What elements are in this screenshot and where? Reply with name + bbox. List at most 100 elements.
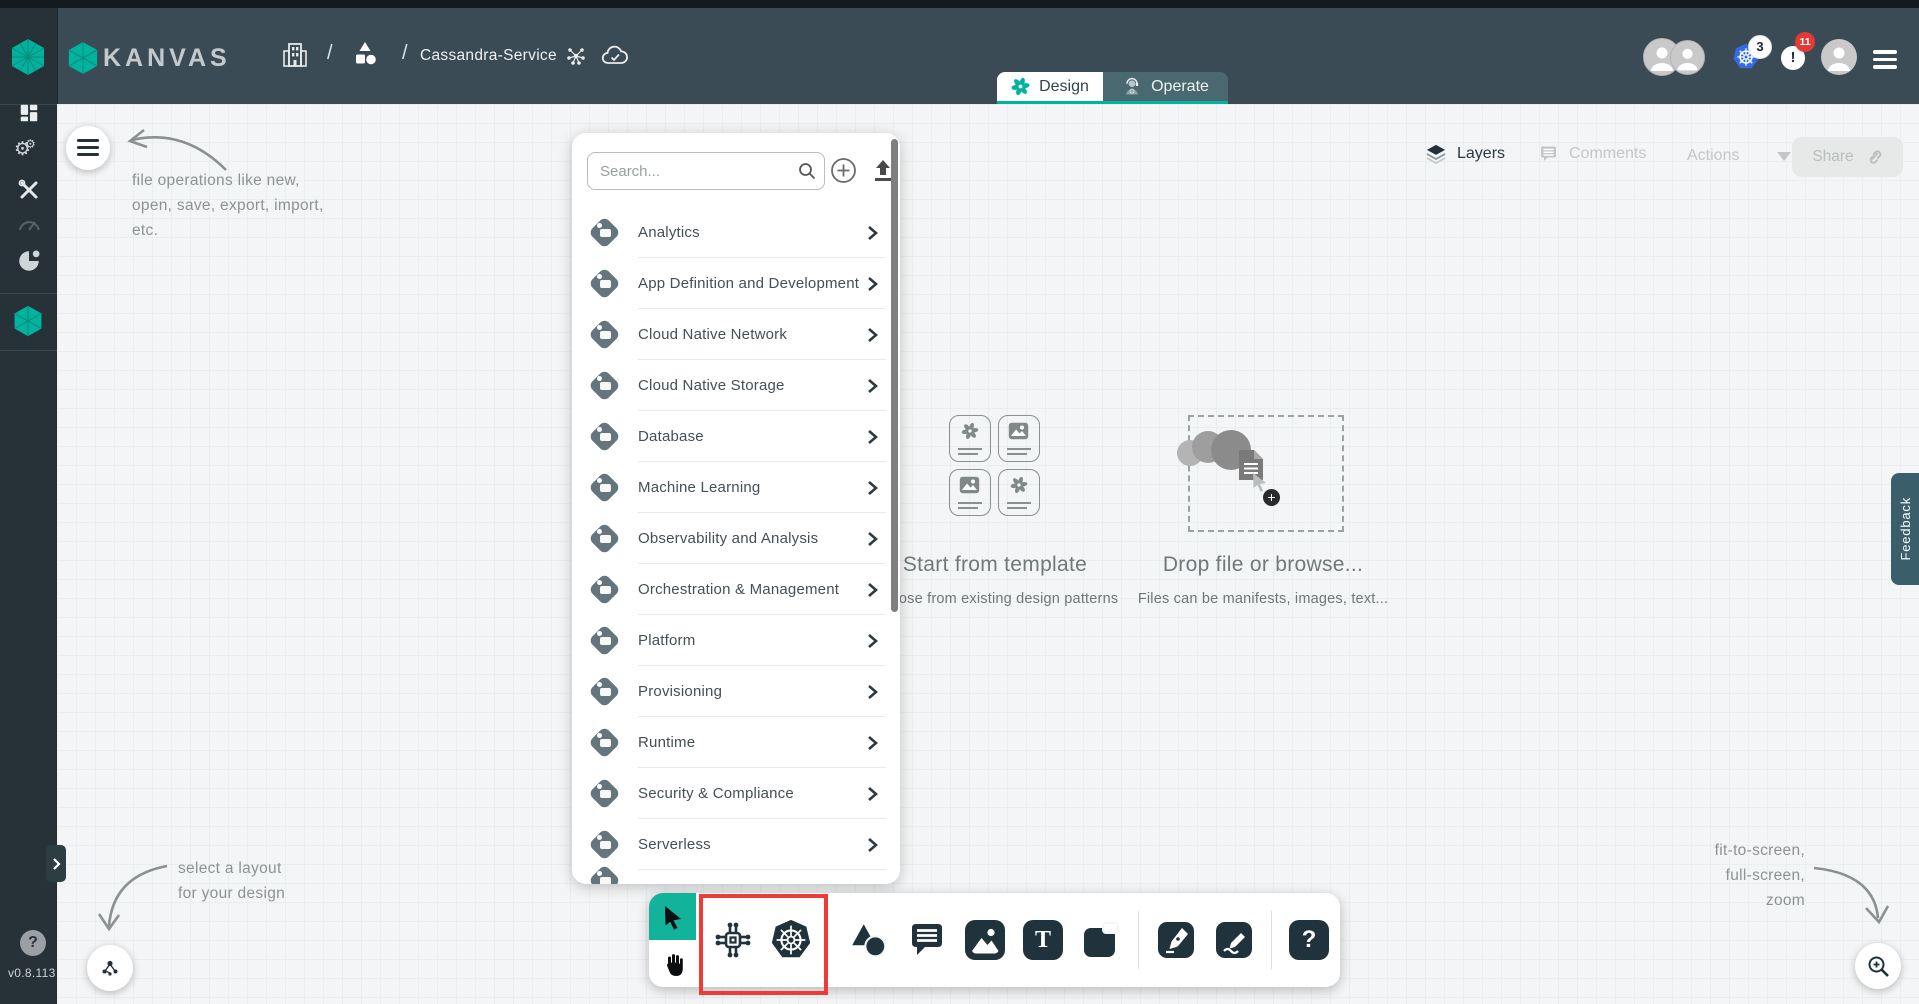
zoom-controls-button[interactable] <box>1855 943 1901 989</box>
image-icon <box>965 920 1005 960</box>
annotation-arrow-layout <box>95 852 175 940</box>
category-row-observability[interactable]: Observability and Analysis <box>572 513 900 564</box>
chevron-right-icon <box>867 531 878 547</box>
row-divider <box>638 716 886 717</box>
design-visibility-icon[interactable] <box>565 45 587 67</box>
chevron-right-icon <box>867 327 878 343</box>
category-row-serverless[interactable]: Serverless <box>572 819 900 870</box>
image-tool[interactable] <box>962 917 1008 963</box>
chevron-right-icon <box>867 429 878 445</box>
sidebar-item-performance-icon[interactable] <box>17 213 41 233</box>
category-row-machine-learning[interactable]: Machine Learning <box>572 462 900 513</box>
tab-operate[interactable]: Operate <box>1103 72 1228 101</box>
component-shape-tool[interactable] <box>710 917 756 963</box>
sidebar-expander-chevron[interactable] <box>46 845 66 882</box>
alerts-badge[interactable]: 11 <box>1795 32 1815 52</box>
comment-tool[interactable] <box>904 917 950 963</box>
category-row-security[interactable]: Security & Compliance <box>572 768 900 819</box>
kanvas-logo-icon <box>68 41 98 75</box>
user-avatar[interactable] <box>1821 39 1857 75</box>
kubernetes-tool[interactable] <box>768 917 814 963</box>
template-card <box>998 469 1040 516</box>
help-button[interactable]: ? <box>20 930 46 956</box>
row-divider <box>638 767 886 768</box>
row-divider <box>638 614 886 615</box>
sidebar-item-kanvas-active[interactable] <box>13 305 43 337</box>
chevron-right-icon <box>867 480 878 496</box>
sidebar-item-lifecycle-gears-icon[interactable]: ⚙⚙ <box>14 138 42 161</box>
template-card <box>998 415 1040 462</box>
provisioning-tag-icon <box>588 675 622 709</box>
security-tag-icon <box>588 777 622 811</box>
workspace-shapes-icon[interactable] <box>352 40 378 68</box>
select-tool-active[interactable] <box>649 893 696 940</box>
share-button[interactable]: Share <box>1792 137 1903 177</box>
kubernetes-icon <box>768 917 814 963</box>
cursor-arrow-icon <box>661 904 685 930</box>
meshery-logo-icon[interactable] <box>11 38 45 76</box>
help-tool[interactable]: ? <box>1286 917 1332 963</box>
category-row-provisioning[interactable]: Provisioning <box>572 666 900 717</box>
layers-label: Layers <box>1457 145 1505 163</box>
annotation-arrow-zoom <box>1808 856 1892 936</box>
chevron-right-icon <box>52 857 61 871</box>
category-row-analytics[interactable]: Analytics <box>572 207 900 258</box>
note-tool[interactable] <box>1078 917 1124 963</box>
link-icon <box>1864 148 1883 167</box>
collaborator-avatar[interactable] <box>1670 40 1705 75</box>
category-label: Analytics <box>638 224 867 241</box>
category-row-cloud-native-storage[interactable]: Cloud Native Storage <box>572 360 900 411</box>
text-tool[interactable]: T <box>1020 917 1066 963</box>
category-row-app-definition[interactable]: App Definition and Development <box>572 258 900 309</box>
sidebar-item-configuration-tools-icon[interactable] <box>17 178 41 202</box>
pan-tool[interactable] <box>649 940 696 987</box>
template-card <box>949 415 991 462</box>
storage-tag-icon <box>588 369 622 403</box>
template-cta-title[interactable]: Start from template <box>895 553 1095 577</box>
category-row-orchestration[interactable]: Orchestration & Management <box>572 564 900 615</box>
drop-cta-title[interactable]: Drop file or browse... <box>1143 553 1383 577</box>
feedback-tab[interactable]: Feedback <box>1891 473 1919 585</box>
toolbar-divider <box>1138 911 1139 969</box>
category-row-cloud-native-network[interactable]: Cloud Native Network <box>572 309 900 360</box>
category-row-platform[interactable]: Platform <box>572 615 900 666</box>
actions-dropdown[interactable]: Actions <box>1687 147 1791 165</box>
text-icon: T <box>1023 920 1063 960</box>
header-menu-button[interactable] <box>1873 46 1897 73</box>
search-field[interactable] <box>587 152 825 190</box>
comments-toggle[interactable]: Comments <box>1538 144 1646 164</box>
kubernetes-contexts-badge[interactable]: 3 <box>1748 35 1772 59</box>
layers-toggle[interactable]: Layers <box>1425 144 1505 164</box>
category-row-runtime[interactable]: Runtime <box>572 717 900 768</box>
organization-icon[interactable] <box>283 42 307 68</box>
shapes-tool[interactable] <box>846 917 892 963</box>
sidebar-item-dashboard[interactable] <box>18 102 40 124</box>
comment-icon <box>907 920 947 960</box>
file-menu-button[interactable] <box>66 126 110 170</box>
pen-tool[interactable] <box>1153 917 1199 963</box>
pointer-tools <box>649 893 696 987</box>
category-label: Runtime <box>638 734 867 751</box>
breadcrumb-design-name[interactable]: Cassandra-Service <box>420 47 557 65</box>
image-icon <box>959 476 980 494</box>
feedback-label: Feedback <box>1898 497 1913 561</box>
cloud-save-status-icon[interactable] <box>600 44 630 68</box>
cursor-icon <box>1251 472 1269 492</box>
panel-scrollbar[interactable] <box>891 139 898 612</box>
search-input[interactable] <box>587 152 825 190</box>
search-icon[interactable] <box>798 162 816 180</box>
row-divider <box>638 461 886 462</box>
layout-select-button[interactable] <box>87 945 133 991</box>
app-header <box>57 8 1919 104</box>
add-component-button[interactable] <box>830 157 857 184</box>
tab-design[interactable]: Design <box>997 72 1103 101</box>
sketch-tool[interactable] <box>1211 917 1257 963</box>
category-row-database[interactable]: Database <box>572 411 900 462</box>
chevron-right-icon <box>867 225 878 241</box>
tab-design-label: Design <box>1039 78 1089 96</box>
menu-icon <box>77 139 99 157</box>
sidebar-item-mesh-icon[interactable] <box>16 248 42 274</box>
category-list: Analytics App Definition and Development… <box>572 207 900 870</box>
category-label: Provisioning <box>638 683 867 700</box>
row-divider <box>638 257 886 258</box>
